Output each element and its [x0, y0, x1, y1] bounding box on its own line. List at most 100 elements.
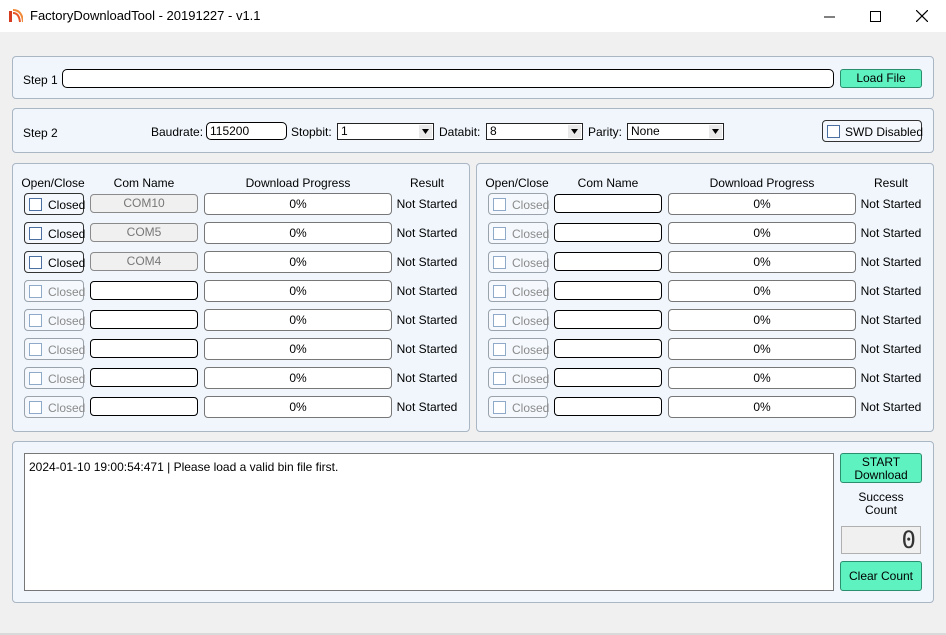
checkbox-icon [493, 372, 506, 385]
result-text: Not Started [860, 342, 922, 356]
databit-select[interactable]: 8 [486, 123, 583, 140]
count-label: Count [864, 503, 898, 517]
log-textbox[interactable]: 2024-01-10 19:00:54:471 | Please load a … [24, 453, 834, 591]
close-icon [916, 10, 928, 22]
open-close-state: Closed [48, 256, 86, 270]
open-close-toggle[interactable]: Closed [488, 280, 549, 302]
com-name-field[interactable] [554, 310, 662, 329]
log-panel: 2024-01-10 19:00:54:471 | Please load a … [12, 441, 934, 603]
open-close-state: Closed [512, 198, 550, 212]
result-text: Not Started [396, 255, 458, 269]
result-text: Not Started [860, 371, 922, 385]
databit-value: 8 [490, 124, 497, 138]
com-name-field[interactable] [554, 252, 662, 271]
right-ports-panel: Open/Close Com Name Download Progress Re… [476, 163, 934, 432]
checkbox-icon [493, 343, 506, 356]
com-name-field[interactable] [90, 397, 198, 416]
checkbox-icon [493, 314, 506, 327]
open-close-toggle[interactable]: Closed [488, 338, 549, 360]
port-row: Closed 0% Not Started [477, 222, 933, 246]
client-area: Step 1 Load File Step 2 Baudrate: 115200… [1, 32, 945, 634]
success-count-display: 0 [841, 526, 921, 554]
download-progress-bar: 0% [204, 280, 392, 302]
open-close-toggle[interactable]: Closed [24, 251, 86, 273]
open-close-toggle[interactable]: Closed [24, 222, 85, 244]
step2-label: Step 2 [23, 126, 58, 140]
com-name-field[interactable] [554, 194, 662, 213]
step1-label: Step 1 [23, 73, 58, 87]
checkbox-icon [493, 285, 506, 298]
swd-label: SWD Disabled [845, 125, 924, 139]
download-progress-bar: 0% [204, 367, 392, 389]
port-row: Closed COM5 0% Not Started [13, 222, 469, 246]
download-progress-bar: 0% [668, 367, 856, 389]
step1-panel: Step 1 Load File [12, 56, 934, 99]
download-progress-bar: 0% [668, 251, 856, 273]
log-line: 2024-01-10 19:00:54:471 | Please load a … [29, 460, 339, 474]
com-name-field[interactable] [90, 281, 198, 300]
result-text: Not Started [396, 400, 458, 414]
result-text: Not Started [396, 226, 458, 240]
open-close-toggle[interactable]: Closed [24, 367, 85, 389]
result-text: Not Started [396, 313, 458, 327]
baudrate-input[interactable]: 115200 [206, 122, 287, 140]
download-progress-bar: 0% [204, 222, 392, 244]
result-text: Not Started [860, 313, 922, 327]
com-name-field[interactable] [90, 368, 198, 387]
load-file-button[interactable]: Load File [840, 69, 922, 88]
download-progress-bar: 0% [668, 338, 856, 360]
stopbit-value: 1 [341, 124, 348, 138]
left-ports-panel: Open/Close Com Name Download Progress Re… [12, 163, 470, 432]
open-close-toggle[interactable]: Closed [24, 193, 86, 215]
port-row: Closed 0% Not Started [477, 251, 933, 275]
minimize-button[interactable] [806, 0, 852, 32]
open-close-toggle[interactable]: Closed [488, 396, 549, 418]
close-button[interactable] [899, 0, 945, 32]
maximize-button[interactable] [852, 0, 898, 32]
com-name-field[interactable] [554, 223, 662, 242]
com-name-field[interactable] [554, 368, 662, 387]
com-name-field[interactable] [90, 339, 198, 358]
result-text: Not Started [396, 342, 458, 356]
swd-toggle[interactable]: SWD Disabled [822, 120, 924, 142]
open-close-toggle[interactable]: Closed [24, 338, 85, 360]
parity-select[interactable]: None [627, 123, 724, 140]
open-close-toggle[interactable]: Closed [488, 193, 550, 215]
open-close-toggle[interactable]: Closed [24, 396, 86, 418]
stopbit-select[interactable]: 1 [337, 123, 434, 140]
download-progress-bar: 0% [668, 309, 856, 331]
open-close-toggle[interactable]: Closed [488, 251, 549, 273]
com-name-field[interactable] [554, 397, 662, 416]
step2-panel: Step 2 Baudrate: 115200 Stopbit: 1 Datab… [12, 108, 934, 153]
checkbox-icon [493, 198, 506, 211]
open-close-toggle[interactable]: Closed [488, 309, 549, 331]
open-close-toggle[interactable]: Closed [488, 367, 550, 389]
download-progress-bar: 0% [204, 338, 392, 360]
open-close-toggle[interactable]: Closed [24, 309, 85, 331]
start-download-button[interactable]: START Download [840, 453, 922, 483]
download-progress-bar: 0% [204, 309, 392, 331]
com-name-field[interactable] [554, 339, 662, 358]
port-row: Closed COM4 0% Not Started [13, 251, 469, 275]
result-text: Not Started [860, 197, 922, 211]
clear-count-button[interactable]: Clear Count [840, 561, 922, 591]
open-close-toggle[interactable]: Closed [488, 222, 549, 244]
download-label: Download [854, 468, 908, 482]
open-close-state: Closed [512, 372, 550, 386]
com-name-field[interactable] [554, 281, 662, 300]
open-close-state: Closed [48, 401, 86, 415]
result-text: Not Started [396, 371, 458, 385]
checkbox-icon [29, 343, 42, 356]
checkbox-icon [493, 227, 506, 240]
com-name-field[interactable] [90, 310, 198, 329]
port-row: Closed 0% Not Started [13, 338, 469, 362]
open-close-state: Closed [48, 285, 86, 299]
file-path-field[interactable] [62, 69, 834, 88]
open-close-state: Closed [48, 198, 86, 212]
parity-value: None [631, 124, 660, 138]
databit-label: Databit: [439, 125, 481, 139]
open-close-toggle[interactable]: Closed [24, 280, 86, 302]
baudrate-label: Baudrate: [151, 125, 204, 139]
header-com-name: Com Name [577, 176, 639, 190]
checkbox-icon [29, 227, 42, 240]
